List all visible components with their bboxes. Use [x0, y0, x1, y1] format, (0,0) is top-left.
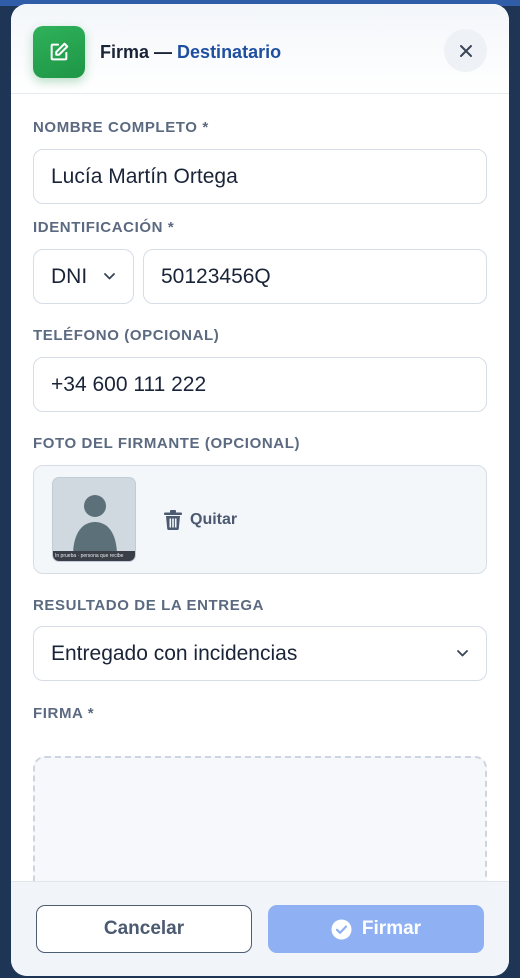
remove-photo-button[interactable]: Quitar [164, 507, 237, 533]
identification-label: IDENTIFICACIÓN * [33, 219, 175, 236]
sign-button-label: Firmar [361, 918, 422, 939]
result-label: RESULTADO DE LA ENTREGA [33, 597, 265, 614]
photo-caption: In prueba · persona que recibe [53, 551, 135, 561]
chevron-down-icon [457, 650, 468, 657]
phone-value: +34 600 111 222 [51, 372, 207, 396]
remove-photo-label: Quitar [190, 511, 238, 528]
delivery-result-value: Entregado con incidencias [51, 641, 298, 665]
modal-body: NOMBRE COMPLETO * Lucía Martín Ortega ID… [11, 94, 509, 881]
title-accent: Destinatario [177, 42, 282, 62]
trash-icon [164, 510, 182, 530]
full-name-value: Lucía Martín Ortega [51, 164, 238, 188]
chevron-down-icon [104, 273, 115, 280]
cancel-button[interactable]: Cancelar [36, 905, 252, 953]
full-name-label: NOMBRE COMPLETO * [33, 119, 209, 136]
signature-modal: Firma — Destinatario NOMBRE COMPLETO * L… [11, 4, 509, 976]
person-silhouette-icon [73, 495, 117, 556]
id-type-select[interactable]: DNI [33, 249, 134, 304]
title-separator: — [149, 42, 178, 62]
check-circle-icon [331, 919, 352, 939]
phone-input[interactable]: +34 600 111 222 [33, 357, 487, 412]
cancel-button-label: Cancelar [103, 918, 185, 939]
modal-title: Firma — Destinatario [100, 42, 281, 63]
full-name-input[interactable]: Lucía Martín Ortega [33, 149, 487, 204]
close-icon [459, 44, 472, 57]
close-button[interactable] [444, 29, 487, 72]
delivery-result-select[interactable]: Entregado con incidencias [33, 626, 487, 681]
id-number-value: 50123456Q [161, 264, 271, 288]
modal-header: Firma — Destinatario [11, 4, 509, 94]
edit-square-icon [33, 26, 85, 78]
signer-photo-thumbnail[interactable]: In prueba · persona que recibe [52, 477, 136, 562]
photo-label: FOTO DEL FIRMANTE (OPCIONAL) [33, 435, 301, 452]
signature-label: FIRMA * [33, 705, 95, 722]
title-prefix: Firma [100, 42, 150, 62]
photo-upload-box: In prueba · persona que recibe Quitar [33, 465, 487, 574]
modal-footer: Cancelar Firmar [11, 881, 509, 976]
id-type-value: DNI [51, 264, 88, 288]
sign-button[interactable]: Firmar [268, 905, 484, 953]
id-number-input[interactable]: 50123456Q [143, 249, 487, 304]
phone-label: TELÉFONO (OPCIONAL) [33, 327, 220, 344]
signature-pad[interactable] [33, 756, 487, 881]
